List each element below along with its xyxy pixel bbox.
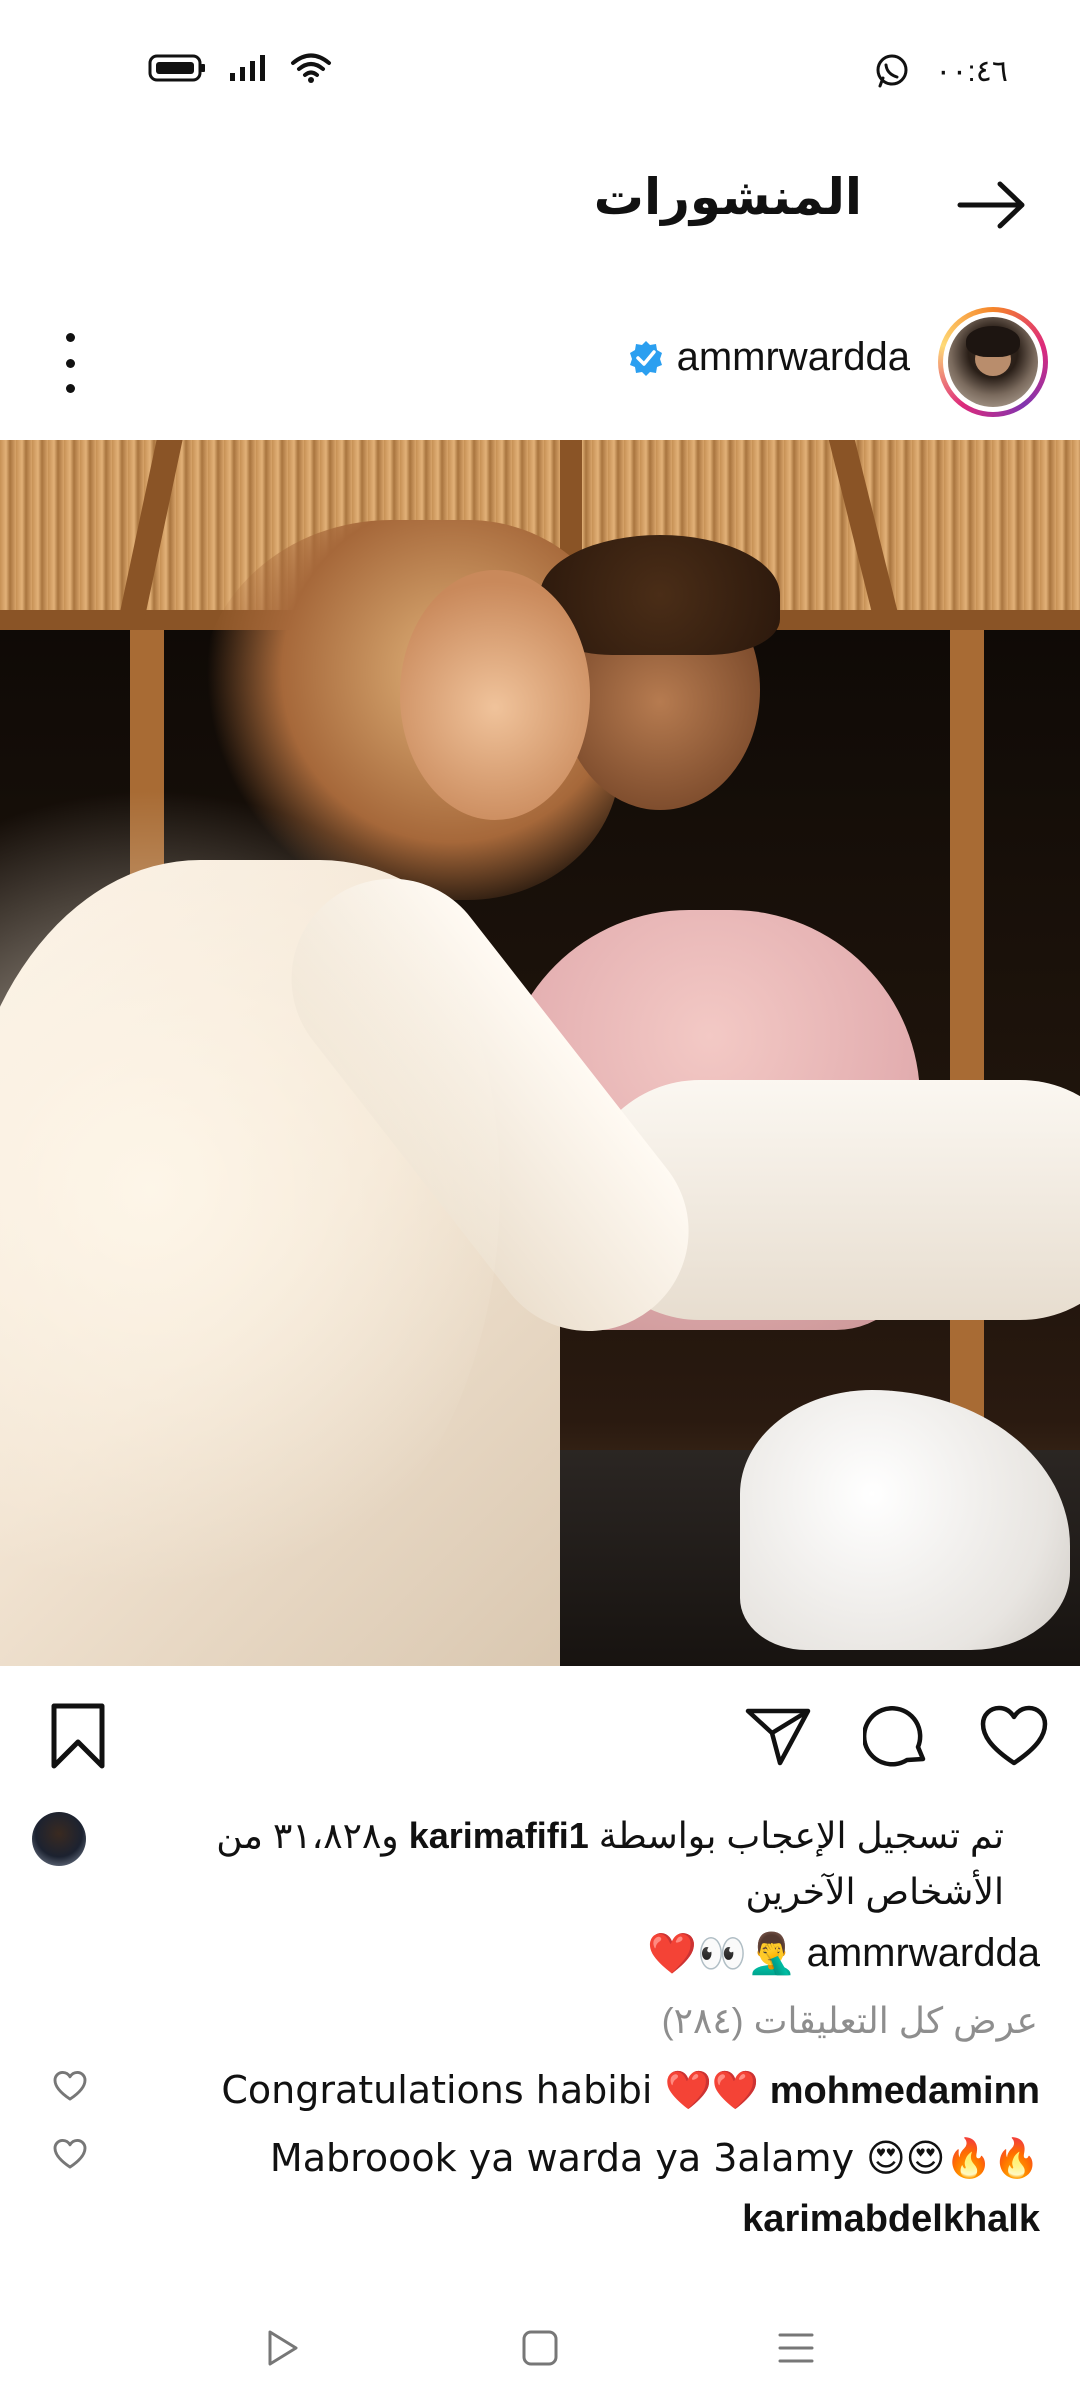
photo-pillar [950,630,984,1450]
back-button[interactable] [952,170,1032,240]
nav-back-button[interactable] [252,2318,312,2378]
verified-badge-icon [627,339,665,377]
bookmark-icon [51,1703,105,1769]
post-caption: ❤️👀🤦‍♂️ ammrwardda [40,1930,1040,1977]
top-header: المنشورات [0,140,1080,270]
post-actions [0,1690,1080,1780]
comment-text: Mabroook ya warda ya 3alamy 😍😍🔥🔥 [269,2136,1040,2180]
photo-woman-face [400,570,590,820]
heart-icon [980,1705,1048,1766]
send-icon [745,1708,811,1766]
signal-icon [228,53,268,83]
post-header: ammrwardda [0,295,1080,435]
comment-button[interactable] [860,1700,932,1772]
comment-username[interactable]: karimabdelkhalk [742,2198,1040,2240]
triangle-back-icon [268,2330,298,2366]
whatsapp-icon [873,52,911,90]
liker-username[interactable]: karimafifi1 [409,1815,589,1856]
view-all-comments-link[interactable]: عرض كل التعليقات (٢٨٤) [662,2000,1038,2042]
comment-item: Mabroook ya warda ya 3alamy 😍😍🔥🔥 karimab… [40,2128,1040,2249]
photo-sneaker [740,1390,1070,1650]
like-button[interactable] [978,1700,1050,1772]
status-icons-right: ٠٠:٤٦ [873,52,1008,90]
wifi-icon [290,52,332,84]
heart-icon [53,2139,87,2169]
avatar[interactable] [938,307,1048,417]
comment-text: Congratulations habibi ❤️❤️ [221,2068,760,2112]
heart-icon [53,2071,87,2101]
comment-body: Mabroook ya warda ya 3alamy 😍😍🔥🔥 karimab… [140,2128,1040,2249]
battery-icon [148,53,206,83]
comment-like-button[interactable] [48,2064,92,2108]
comment-like-button[interactable] [48,2132,92,2176]
liker-avatar [32,1812,86,1866]
more-vertical-icon [65,333,75,342]
square-home-icon [522,2330,558,2366]
comment-body: Congratulations habibi ❤️❤️ mohmedaminn [140,2060,1040,2121]
caption-username[interactable]: ammrwardda [807,1931,1040,1976]
post-photo[interactable] [0,440,1080,1666]
likes-text: تم تسجيل الإعجاب بواسطة karimafifi1 و٣١،… [104,1808,1004,1920]
nav-home-button[interactable] [510,2318,570,2378]
likes-prefix: تم تسجيل الإعجاب بواسطة [588,1815,1004,1856]
page-title: المنشورات [593,169,862,225]
nav-menu-button[interactable] [766,2318,826,2378]
menu-lines-icon [778,2333,814,2363]
share-button[interactable] [742,1700,814,1772]
clock: ٠٠:٤٦ [935,54,1008,88]
more-dot [65,358,75,368]
save-button[interactable] [42,1700,114,1772]
username-row[interactable]: ammrwardda [627,335,910,380]
post-username[interactable]: ammrwardda [677,335,910,380]
system-nav-bar [0,2290,1080,2400]
status-icons-left [148,52,332,84]
comment-item: Congratulations habibi ❤️❤️ mohmedaminn [40,2060,1040,2121]
more-dot [65,384,75,393]
arrow-right-icon [957,181,1025,229]
caption-text: ❤️👀🤦‍♂️ [647,1931,797,1977]
comment-username[interactable]: mohmedaminn [770,2070,1040,2112]
comment-icon [863,1706,926,1767]
more-options-button[interactable] [52,333,88,393]
likes-summary[interactable]: تم تسجيل الإعجاب بواسطة karimafifi1 و٣١،… [32,1808,1032,1920]
scroll-fade [0,2250,1080,2280]
status-bar: ٠٠:٤٦ [0,0,1080,140]
